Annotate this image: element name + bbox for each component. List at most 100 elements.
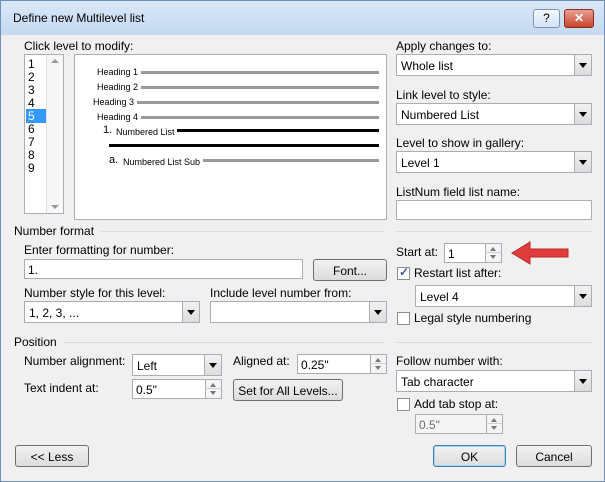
number-style-value: 1, 2, 3, ... (29, 306, 80, 320)
preview-line (141, 86, 379, 89)
set-all-levels-button[interactable]: Set for All Levels... (233, 379, 343, 401)
gallery-level-value: Level 1 (401, 156, 440, 170)
level-item[interactable]: 7 (28, 135, 35, 149)
restart-level-value: Level 4 (420, 290, 459, 304)
preview-line-bold (177, 129, 379, 132)
follow-number-select[interactable]: Tab character (396, 370, 592, 392)
aligned-at-label: Aligned at: (233, 354, 290, 368)
number-style-label: Number style for this level: (24, 286, 166, 300)
divider (396, 231, 592, 232)
apply-changes-label: Apply changes to: (396, 39, 492, 53)
preview-heading-3: Heading 3 (93, 97, 135, 107)
preview-heading-1: Heading 1 (97, 67, 139, 77)
spin-up-icon[interactable] (205, 380, 221, 389)
chevron-down-icon[interactable] (574, 152, 591, 172)
restart-list-checkbox[interactable] (397, 265, 410, 280)
spin-up-icon[interactable] (370, 355, 386, 364)
chevron-down-icon[interactable] (182, 302, 199, 322)
aligned-at-value: 0.25" (301, 358, 329, 372)
spin-down-icon[interactable] (370, 364, 386, 373)
dialog-title: Define new Multilevel list (13, 11, 145, 25)
preview-pane: Heading 1 Heading 2 Heading 3 Heading 4 … (74, 54, 387, 220)
level-item[interactable]: 2 (28, 70, 35, 84)
close-button[interactable]: ✕ (564, 9, 594, 28)
level-item[interactable]: 3 (28, 83, 35, 97)
level-item[interactable]: 6 (28, 122, 35, 136)
enter-format-value: 1. (28, 263, 39, 277)
scroll-up-icon[interactable] (51, 59, 59, 63)
preview-heading-2: Heading 2 (97, 82, 139, 92)
enter-format-label: Enter formatting for number: (24, 243, 175, 257)
preview-numbered-num: 1. (103, 124, 113, 136)
legal-style-label: Legal style numbering (414, 311, 532, 325)
preview-line (203, 159, 379, 162)
divider (396, 342, 592, 343)
level-listbox[interactable]: 1 2 3 4 5 6 7 8 9 (24, 54, 64, 214)
tab-stop-label: Add tab stop at: (414, 397, 499, 411)
preview-line (141, 116, 379, 119)
level-list-label: Click level to modify: (24, 39, 134, 53)
preview-line (141, 71, 379, 74)
chevron-down-icon[interactable] (574, 286, 591, 306)
spin-up-icon[interactable] (486, 415, 502, 424)
number-alignment-select[interactable]: Left (132, 354, 222, 376)
dialog-window: Define new Multilevel list ? ✕ Click lev… (0, 0, 605, 482)
number-style-select[interactable]: 1, 2, 3, ... (24, 301, 200, 323)
less-button[interactable]: << Less (15, 445, 89, 467)
aligned-at-spinner[interactable]: 0.25" (297, 354, 387, 374)
link-style-label: Link level to style: (396, 88, 491, 102)
gallery-level-select[interactable]: Level 1 (396, 151, 592, 173)
set-all-levels-label: Set for All Levels... (238, 384, 338, 398)
gallery-level-label: Level to show in gallery: (396, 136, 525, 150)
help-button[interactable]: ? (533, 9, 560, 28)
restart-list-label: Restart list after: (414, 266, 502, 280)
font-button-label: Font... (332, 264, 367, 278)
include-level-label: Include level number from: (210, 286, 352, 300)
tab-stop-spinner[interactable]: 0.5" (415, 414, 503, 434)
text-indent-spinner[interactable]: 0.5" (132, 379, 222, 399)
restart-level-select[interactable]: Level 4 (415, 285, 592, 307)
apply-changes-select[interactable]: Whole list (396, 54, 592, 76)
link-style-select[interactable]: Numbered List (396, 103, 592, 125)
chevron-down-icon[interactable] (369, 302, 386, 322)
font-button[interactable]: Font... (313, 259, 387, 281)
apply-changes-value: Whole list (401, 59, 454, 73)
ok-button[interactable]: OK (433, 445, 506, 467)
listnum-input[interactable] (396, 200, 592, 220)
level-item[interactable]: 8 (28, 148, 35, 162)
preview-numbered-text: Numbered List (116, 127, 175, 137)
chevron-down-icon[interactable] (574, 371, 591, 391)
level-item[interactable]: 9 (28, 161, 35, 175)
divider (101, 231, 384, 232)
start-at-spinner[interactable]: 1 (444, 243, 502, 263)
chevron-down-icon[interactable] (574, 55, 591, 75)
preview-sub-num: a. (109, 154, 119, 166)
position-group-label: Position (14, 335, 57, 349)
scroll-down-icon[interactable] (51, 205, 59, 209)
start-at-value: 1 (448, 247, 455, 261)
spin-down-icon[interactable] (486, 424, 502, 433)
spin-down-icon[interactable] (485, 253, 501, 262)
follow-number-label: Follow number with: (396, 354, 503, 368)
chevron-down-icon[interactable] (574, 104, 591, 124)
level-item[interactable]: 1 (28, 57, 35, 71)
tab-stop-checkbox[interactable] (397, 398, 410, 411)
spin-down-icon[interactable] (205, 389, 221, 398)
preview-line (137, 101, 379, 104)
level-item[interactable]: 4 (28, 96, 35, 110)
chevron-down-icon[interactable] (204, 355, 221, 375)
enter-format-input[interactable]: 1. (24, 259, 303, 279)
number-format-group-label: Number format (14, 224, 95, 238)
less-button-label: << Less (30, 450, 74, 464)
cancel-button[interactable]: Cancel (516, 445, 592, 467)
legal-style-checkbox[interactable] (397, 312, 410, 325)
start-at-label: Start at: (396, 245, 439, 259)
spin-up-icon[interactable] (485, 244, 501, 253)
level-scrollbar[interactable] (46, 55, 63, 213)
arrow-shape (511, 241, 569, 265)
ok-button-label: OK (460, 450, 479, 464)
preview-line-bold (109, 144, 379, 147)
number-alignment-value: Left (137, 359, 158, 373)
preview-heading-4: Heading 4 (97, 112, 139, 122)
include-level-select[interactable] (210, 301, 387, 323)
